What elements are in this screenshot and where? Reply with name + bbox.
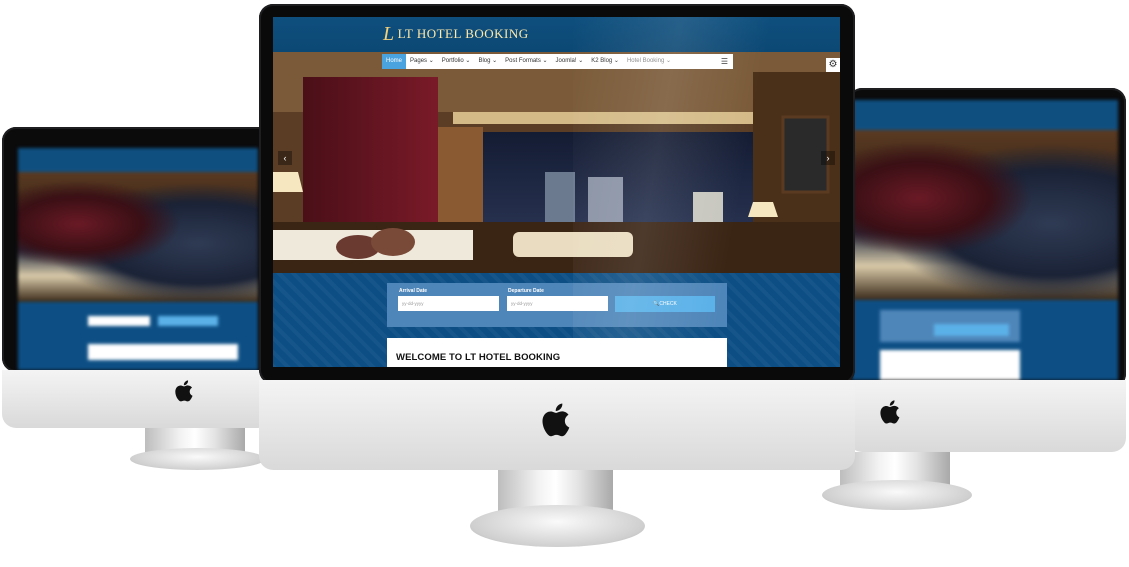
main-monitor-base xyxy=(470,505,645,547)
slider-prev-button[interactable]: ‹ xyxy=(278,151,292,165)
nav-item-blog[interactable]: Blog ⌄ xyxy=(474,54,501,69)
left-monitor-base xyxy=(130,448,265,470)
apple-logo-icon xyxy=(542,403,572,437)
apple-logo-icon xyxy=(880,400,902,424)
right-monitor-base xyxy=(822,480,972,510)
departure-date-input[interactable]: yy-dd-yyyy xyxy=(507,296,608,311)
nav-item-home[interactable]: Home xyxy=(382,54,407,69)
site-logo[interactable]: L LT HOTEL BOOKING xyxy=(383,23,529,45)
nav-item-portfolio[interactable]: Portfolio ⌄ xyxy=(438,54,475,69)
slider-next-button[interactable]: › xyxy=(821,151,835,165)
hotel-room-image xyxy=(273,52,840,273)
nav-item-joomla[interactable]: Joomla! ⌄ xyxy=(552,54,588,69)
apple-logo-icon xyxy=(175,380,195,402)
arrival-date-input[interactable]: yy-dd-yyyy xyxy=(398,296,499,311)
main-nav: Home Pages ⌄ Portfolio ⌄ Blog ⌄ Post For… xyxy=(382,54,733,69)
departure-date-label: Departure Date xyxy=(508,288,544,294)
left-monitor-screen xyxy=(18,148,258,370)
hero-slider xyxy=(273,52,840,273)
welcome-panel: WELCOME TO LT HOTEL BOOKING xyxy=(387,338,727,367)
nav-item-hotel-booking[interactable]: Hotel Booking ⌄ xyxy=(623,54,675,69)
booking-section: Arrival Date yy-dd-yyyy Departure Date y… xyxy=(273,273,840,367)
arrival-date-label: Arrival Date xyxy=(399,288,428,294)
right-monitor-screen xyxy=(852,100,1118,380)
logo-mark: L xyxy=(383,22,395,45)
main-monitor-screen: L LT HOTEL BOOKING ‹ › Home Pages ⌄ Port… xyxy=(273,17,840,367)
hamburger-menu-icon[interactable]: ☰ xyxy=(721,57,733,66)
welcome-title: WELCOME TO LT HOTEL BOOKING xyxy=(396,352,561,363)
check-button[interactable]: 🔍CHECK xyxy=(615,296,715,312)
left-monitor-chin xyxy=(2,370,272,428)
nav-item-pages[interactable]: Pages ⌄ xyxy=(406,54,438,69)
booking-form: Arrival Date yy-dd-yyyy Departure Date y… xyxy=(387,283,727,327)
nav-item-k2-blog[interactable]: K2 Blog ⌄ xyxy=(587,54,623,69)
logo-text: LT HOTEL BOOKING xyxy=(397,26,529,41)
nav-item-post-formats[interactable]: Post Formats ⌄ xyxy=(501,54,551,69)
settings-gear-icon[interactable]: ⚙ xyxy=(826,58,840,72)
